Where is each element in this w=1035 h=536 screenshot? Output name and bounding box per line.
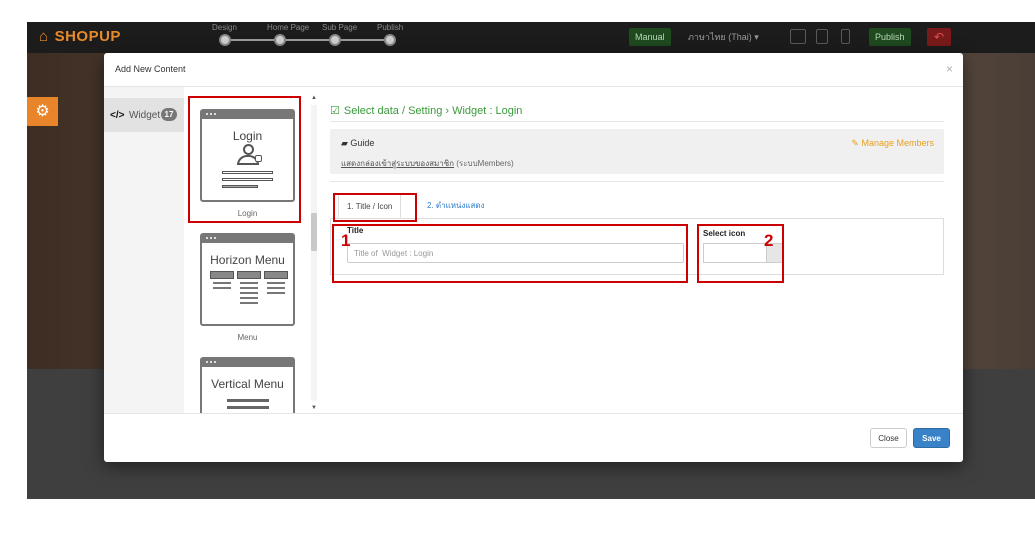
- home-icon: ⌂: [39, 28, 49, 45]
- step-label[interactable]: Home Page: [267, 23, 309, 32]
- desktop-view-icon[interactable]: [790, 29, 806, 44]
- settings-tabs: 1. Title / Icon 2. ตำแหน่งแสดง: [330, 194, 944, 218]
- save-button[interactable]: Save: [913, 428, 950, 448]
- scroll-down-icon[interactable]: ▼: [310, 405, 318, 413]
- manage-members-link[interactable]: ✎ Manage Members: [851, 138, 934, 149]
- publish-button[interactable]: Publish: [869, 28, 911, 46]
- tab-display-position[interactable]: 2. ตำแหน่งแสดง: [419, 194, 493, 218]
- modal-title: Add New Content: [115, 64, 186, 74]
- scroll-track[interactable]: [311, 105, 317, 401]
- builder-steps: Design Home Page Sub Page Publish: [212, 22, 422, 53]
- annotation-box-login-thumbnail: [188, 96, 301, 223]
- annotation-number: 2: [764, 231, 774, 250]
- step-label[interactable]: Design: [212, 23, 237, 32]
- widget-count-badge: 17: [161, 108, 177, 121]
- undo-icon[interactable]: ↶: [927, 28, 951, 46]
- step-label[interactable]: Sub Page: [322, 23, 357, 32]
- breadcrumb: ☑ Select data / Setting › Widget : Login: [330, 105, 523, 117]
- annotation-box-tab: [333, 193, 417, 222]
- step-dot-check[interactable]: [384, 34, 396, 46]
- annotation-box-title: [332, 224, 688, 283]
- sidebar-item-widget[interactable]: </> Widget 17: [104, 98, 184, 132]
- modal-header: Add New Content ×: [104, 53, 963, 87]
- step-label[interactable]: Publish: [377, 23, 403, 32]
- scroll-thumb[interactable]: [311, 213, 317, 251]
- mobile-view-icon[interactable]: [841, 29, 850, 44]
- language-select[interactable]: ภาษาไทย (Thai) ▾: [682, 28, 765, 46]
- divider: [330, 181, 944, 182]
- thumbnail-scrollbar[interactable]: ▲ ▼: [310, 95, 318, 413]
- thumbnail-window-bar: [202, 235, 293, 243]
- pencil-icon: ✎: [851, 138, 862, 148]
- guide-description: แสดงกล่องเข้าสู่ระบบของสมาชิก (ระบบMembe…: [341, 159, 514, 168]
- modal-footer: Close Save: [104, 413, 963, 462]
- settings-gear-icon[interactable]: ⚙: [27, 97, 58, 126]
- guide-description-link[interactable]: แสดงกล่องเข้าสู่ระบบของสมาชิก: [341, 159, 454, 168]
- category-sidebar: </> Widget 17: [104, 87, 184, 413]
- thumbnail-title: Vertical Menu: [211, 377, 284, 391]
- manual-button[interactable]: Manual: [629, 28, 671, 46]
- step-dot[interactable]: [274, 34, 286, 46]
- thumbnail-title: Horizon Menu: [210, 253, 285, 267]
- steps-line: [224, 39, 394, 41]
- thumbnail-window-bar: [202, 359, 293, 367]
- step-dot[interactable]: [219, 34, 231, 46]
- close-button[interactable]: Close: [870, 428, 907, 448]
- annotation-number: 1: [341, 231, 351, 250]
- code-icon: </>: [110, 110, 125, 121]
- book-icon: ▰: [341, 138, 351, 148]
- sidebar-item-label: Widget: [129, 110, 161, 121]
- step-dot[interactable]: [329, 34, 341, 46]
- widget-thumbnail-horizon-menu[interactable]: Horizon Menu: [200, 233, 295, 326]
- builder-topbar: ⌂ SHOPUP Design Home Page Sub Page Publis…: [27, 22, 1035, 53]
- guide-box: ▰ Guide แสดงกล่องเข้าสู่ระบบของสมาชิก (ร…: [330, 129, 944, 174]
- tablet-view-icon[interactable]: [816, 29, 828, 44]
- divider: [330, 121, 944, 122]
- app-logo[interactable]: ⌂ SHOPUP: [39, 28, 121, 45]
- widget-thumbnail-vertical-menu[interactable]: Vertical Menu: [200, 357, 295, 413]
- close-icon[interactable]: ×: [946, 62, 953, 76]
- scroll-up-icon[interactable]: ▲: [310, 95, 318, 103]
- guide-title: ▰ Guide: [341, 138, 375, 148]
- checkbox-icon: ☑: [330, 105, 340, 117]
- widget-caption: Menu: [237, 333, 258, 342]
